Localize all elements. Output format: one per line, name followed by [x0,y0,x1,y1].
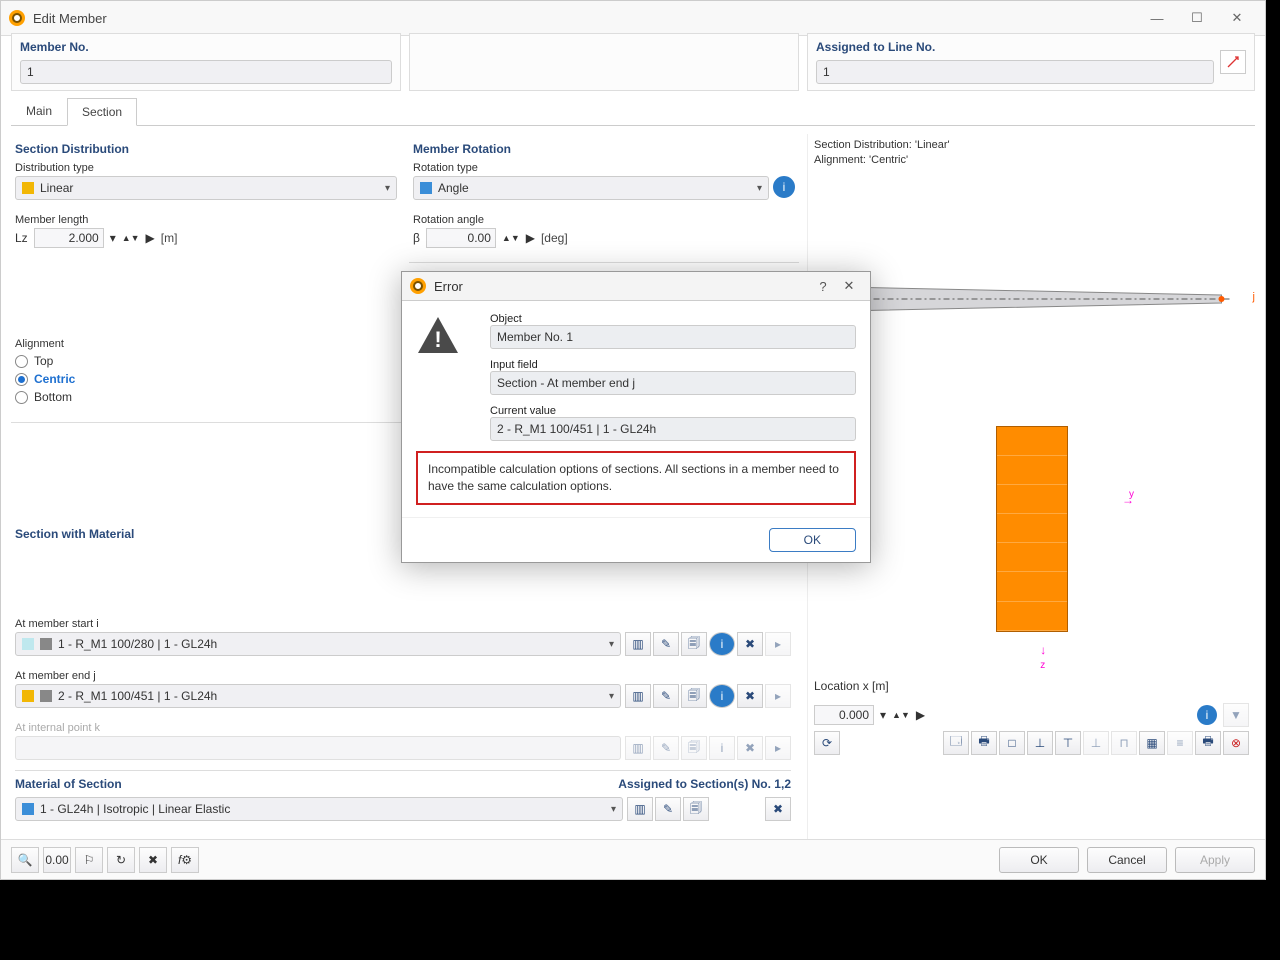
tb-icon[interactable]: 🖶 [971,731,997,755]
error-titlebar[interactable]: Error ? ✕ [402,272,870,301]
foot-icon[interactable]: ⚐ [75,847,103,873]
tb-icon[interactable]: ⊗ [1223,731,1249,755]
lib-icon[interactable]: ▥ [625,632,651,656]
blank-panel [409,33,799,91]
section-profile-preview: i j [814,269,1249,329]
error-close-button[interactable]: ✕ [836,278,862,294]
tb-icon[interactable]: ⊥ [1027,731,1053,755]
tb-icon[interactable]: 🖶 [1195,731,1221,755]
member-no-field[interactable]: 1 [20,60,392,84]
apply-button[interactable]: Apply [1175,847,1255,873]
pick-line-button[interactable] [1220,50,1246,74]
error-message: Incompatible calculation options of sect… [416,451,856,505]
align-top-radio[interactable]: Top [15,354,397,368]
location-row: Location x [m] [814,679,1249,693]
ok-button[interactable]: OK [999,847,1079,873]
svg-text:!: ! [434,327,441,352]
error-dialog: Error ? ✕ ! Object Member No. 1 Input fi… [401,271,871,563]
units-button[interactable]: 0.00 [43,847,71,873]
new-icon[interactable]: ✎ [653,632,679,656]
foot-icon[interactable]: ✖ [139,847,167,873]
align-bottom-radio[interactable]: Bottom [15,390,397,404]
foot-icon[interactable]: ↻ [107,847,135,873]
tb-icon[interactable]: □ [999,731,1025,755]
member-length-row: Lz 2.000 ▾ ▲▼ ▶ [m] [15,228,397,248]
preview-filter-button[interactable]: ▼ [1223,703,1249,727]
close-button[interactable]: ✕ [1217,7,1257,29]
error-input-field: Section - At member end j [490,371,856,395]
beta-spinner[interactable]: 0.00 [426,228,496,248]
titlebar[interactable]: Edit Member — ☐ ✕ [1,1,1265,36]
tb-icon[interactable]: ⊓ [1111,731,1137,755]
section-internal-combo [15,736,621,760]
error-object-field: Member No. 1 [490,325,856,349]
rotation-info-button[interactable]: i [773,176,795,198]
member-rotation-box: Member Rotation Rotation type Angle ▾ i … [409,134,799,263]
info-icon[interactable]: i [709,632,735,656]
error-title: Error [434,279,810,294]
tb-icon[interactable]: ▦ [1139,731,1165,755]
preview-toolbar: ⟳ 🗔 🖶 □ ⊥ ⊤ ⊥ ⊓ ▦ ≡ 🖶 ⊗ [814,731,1249,755]
distribution-type-combo[interactable]: Linear ▾ [15,176,397,200]
edit-member-window: Edit Member — ☐ ✕ Member No. 1 Assigned … [0,0,1266,880]
preview-info-button[interactable]: i [1197,705,1217,725]
maximize-button[interactable]: ☐ [1177,7,1217,29]
tab-main[interactable]: Main [11,97,67,125]
section-start-combo[interactable]: 1 - R_M1 100/280 | 1 - GL24h ▾ [15,632,621,656]
rotation-type-combo[interactable]: Angle ▾ [413,176,769,200]
tab-section[interactable]: Section [67,98,137,126]
error-help-button[interactable]: ? [810,279,836,294]
location-spinner[interactable]: 0.000 [814,705,874,725]
tb-icon[interactable]: ⊥ [1083,731,1109,755]
copy-icon[interactable]: 🗐 [681,632,707,656]
help-button[interactable]: 🔍 [11,847,39,873]
assigned-line-panel: Assigned to Line No. 1 [807,33,1255,91]
tb-icon[interactable]: 🗔 [943,731,969,755]
del-icon[interactable]: ✖ [737,632,763,656]
error-current-field: 2 - R_M1 100/451 | 1 - GL24h [490,417,856,441]
preview-refresh-button[interactable]: ⟳ [814,731,840,755]
lz-spinner[interactable]: 2.000 [34,228,104,248]
cancel-button[interactable]: Cancel [1087,847,1167,873]
rotation-angle-row: β 0.00 ▲▼ ▶ [deg] [413,228,795,248]
app-icon [9,10,25,26]
tb-icon[interactable]: ⊤ [1055,731,1081,755]
section-with-material-box: Section with Material [11,429,401,561]
align-centric-radio[interactable]: Centric [15,372,397,386]
warning-icon: ! [416,313,476,441]
cross-section-preview: y → z ↓ [814,389,1249,669]
minimize-button[interactable]: — [1137,7,1177,29]
member-no-panel: Member No. 1 [11,33,401,91]
member-no-label: Member No. [20,40,392,54]
section-distribution-box: Section Distribution Distribution type L… [11,134,401,423]
material-combo[interactable]: 1 - GL24h | Isotropic | Linear Elastic ▾ [15,797,623,821]
preview-panel: Section Distribution: 'Linear' Alignment… [807,134,1255,839]
window-title: Edit Member [33,11,1137,26]
foot-icon[interactable]: f⚙ [171,847,199,873]
assigned-line-field[interactable]: 1 [816,60,1214,84]
tab-bar: Main Section [11,97,1255,126]
section-end-combo[interactable]: 2 - R_M1 100/451 | 1 - GL24h ▾ [15,684,621,708]
dialog-footer: 🔍 0.00 ⚐ ↻ ✖ f⚙ OK Cancel Apply [1,839,1265,879]
error-app-icon [410,278,426,294]
assigned-line-label: Assigned to Line No. [816,40,1214,54]
more-icon[interactable]: ▸ [765,632,791,656]
error-ok-button[interactable]: OK [769,528,856,552]
tb-icon[interactable]: ≡ [1167,731,1193,755]
